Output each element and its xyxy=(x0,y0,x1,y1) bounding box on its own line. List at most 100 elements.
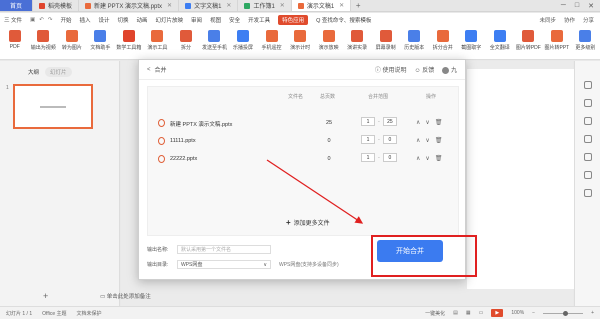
delete-icon[interactable]: 🗑 xyxy=(435,137,443,144)
animation-icon[interactable] xyxy=(583,135,592,143)
zoom-knob[interactable] xyxy=(563,310,569,316)
menu-home[interactable]: 开始 xyxy=(60,16,71,24)
add-slide-icon[interactable]: + xyxy=(43,291,48,301)
minimize-icon[interactable]: ─ xyxy=(561,2,566,9)
close-icon[interactable]: ✕ xyxy=(339,2,344,9)
close-icon[interactable]: ✕ xyxy=(226,2,231,9)
tab-slides[interactable]: 幻灯片 xyxy=(45,67,72,77)
notes-hint[interactable]: ▭ 单击此处添加备注 xyxy=(100,292,151,300)
ribbon-button[interactable]: 历史版本 xyxy=(401,30,427,51)
ribbon-button[interactable]: 图片转PPT xyxy=(544,30,570,51)
menu-design[interactable]: 设计 xyxy=(98,16,109,24)
move-up-icon[interactable]: ∧ xyxy=(416,155,420,162)
ribbon-button[interactable]: 更多级别 xyxy=(573,30,599,51)
ribbon-button[interactable]: 拆分合并 xyxy=(430,30,456,51)
sorter-view-icon[interactable]: ▦ xyxy=(466,310,471,316)
menu-developer[interactable]: 开发工具 xyxy=(248,16,270,24)
add-more-files-button[interactable]: + 添加更多文件 xyxy=(286,218,330,227)
zoom-slider[interactable] xyxy=(543,310,584,316)
back-icon[interactable]: < xyxy=(147,67,151,73)
ribbon-button[interactable]: 全文翻译 xyxy=(487,30,513,51)
reading-view-icon[interactable]: ▭ xyxy=(479,310,484,316)
tab-outline[interactable]: 大纲 xyxy=(28,68,39,76)
output-dir-select[interactable]: WPS网盘 ∨ xyxy=(177,260,271,269)
doc-protection[interactable]: 文档未保护 xyxy=(76,310,101,317)
undo-icon[interactable]: ↶ xyxy=(39,17,44,23)
delete-icon[interactable]: 🗑 xyxy=(435,119,443,126)
move-up-icon[interactable]: ∧ xyxy=(416,137,420,144)
zoom-level[interactable]: 100% xyxy=(511,310,524,316)
ribbon-button[interactable]: 演示工具 xyxy=(145,30,171,51)
normal-view-icon[interactable]: ▤ xyxy=(453,310,458,316)
maximize-icon[interactable]: □ xyxy=(575,2,579,9)
menu-transition[interactable]: 切换 xyxy=(118,16,129,24)
cloud-sync[interactable]: 未同步 xyxy=(539,16,556,24)
share-button[interactable]: 分享 xyxy=(583,16,594,24)
help-icon[interactable] xyxy=(583,189,592,197)
ribbon-button[interactable]: 演示放映 xyxy=(316,30,342,51)
range-from-input[interactable]: 1 xyxy=(361,117,375,126)
backup-icon[interactable] xyxy=(583,153,592,161)
menu-review[interactable]: 审阅 xyxy=(191,16,202,24)
menu-slideshow[interactable]: 幻灯片放映 xyxy=(156,16,184,24)
help-link[interactable]: ⓘ 使用说明 xyxy=(375,65,407,74)
play-icon[interactable]: ▶ xyxy=(491,309,504,317)
style-icon[interactable] xyxy=(583,99,592,107)
collab-button[interactable]: 协作 xyxy=(564,16,575,24)
slide-page[interactable] xyxy=(467,69,577,289)
user-menu[interactable]: 九 xyxy=(442,65,457,74)
menu-special-apps[interactable]: 特色应用 xyxy=(278,15,309,25)
delete-icon[interactable]: 🗑 xyxy=(435,155,443,162)
ribbon-button[interactable]: 输出为视频 xyxy=(31,30,57,51)
move-down-icon[interactable]: ∨ xyxy=(425,119,429,126)
menu-view[interactable]: 视图 xyxy=(210,16,221,24)
range-to-input[interactable]: 25 xyxy=(382,117,397,126)
redo-icon[interactable]: ↷ xyxy=(48,17,53,23)
range-to-input[interactable]: 0 xyxy=(382,153,397,162)
tab-doc[interactable]: 文字文稿1 ✕ xyxy=(179,0,239,11)
ribbon-button[interactable]: 演讲实录 xyxy=(344,30,370,51)
new-tab-icon[interactable]: + xyxy=(351,0,365,11)
output-name-input[interactable]: 默认采用第一个文件名 xyxy=(177,245,271,254)
ribbon-button[interactable]: 截图取字 xyxy=(459,30,485,51)
menu-insert[interactable]: 插入 xyxy=(79,16,90,24)
zoom-out-icon[interactable]: − xyxy=(532,310,535,316)
save-icon[interactable]: ▣ xyxy=(30,17,35,23)
range-to-input[interactable]: 0 xyxy=(382,135,397,144)
ribbon-button[interactable]: 拆分 xyxy=(173,30,199,51)
zoom-in-icon[interactable]: + xyxy=(591,310,594,316)
shape-icon[interactable] xyxy=(583,117,592,125)
move-down-icon[interactable]: ∨ xyxy=(425,137,429,144)
command-search[interactable]: Q 查找命令、搜索模板 xyxy=(316,16,371,24)
close-icon[interactable]: ✕ xyxy=(167,2,172,9)
file-menu[interactable]: 三 文件 xyxy=(4,16,22,24)
slide-thumbnail[interactable] xyxy=(13,84,93,129)
tab-presentation[interactable]: 演示文稿1 ✕ xyxy=(291,0,352,11)
ribbon-button[interactable]: 发送至手机 xyxy=(202,30,228,51)
ribbon-button[interactable]: 乐播投屏 xyxy=(230,30,256,51)
range-from-input[interactable]: 1 xyxy=(361,153,375,162)
move-up-icon[interactable]: ∧ xyxy=(416,119,420,126)
ribbon-button[interactable]: 屏幕录制 xyxy=(373,30,399,51)
property-icon[interactable] xyxy=(583,81,592,89)
close-icon[interactable]: ✕ xyxy=(280,2,285,9)
ribbon-button[interactable]: PDF xyxy=(2,30,28,50)
tab-pptx-file[interactable]: 新建 PPTX 演示文稿.pptx ✕ xyxy=(79,0,180,11)
tab-docer[interactable]: 稻壳模板 xyxy=(33,0,80,11)
feedback-link[interactable]: ☺ 反馈 xyxy=(415,65,435,74)
ribbon-button[interactable]: 手机遥控 xyxy=(259,30,285,51)
beautify-button[interactable]: 一键美化 xyxy=(425,310,445,317)
ribbon-button[interactable]: 转为图片 xyxy=(59,30,85,51)
ribbon-button[interactable]: 演示计时 xyxy=(287,30,313,51)
ribbon-button[interactable]: 图片转PDF xyxy=(516,30,542,51)
tab-sheet[interactable]: 工作簿1 ✕ xyxy=(238,0,292,11)
ribbon-button[interactable]: 数学工具箱 xyxy=(116,30,142,51)
range-from-input[interactable]: 1 xyxy=(361,135,375,144)
ribbon-button[interactable]: 文档助手 xyxy=(88,30,114,51)
share-icon[interactable] xyxy=(583,171,592,179)
move-down-icon[interactable]: ∨ xyxy=(425,155,429,162)
tab-home[interactable]: 首页 xyxy=(0,0,33,11)
close-window-icon[interactable]: ✕ xyxy=(588,2,594,10)
menu-animation[interactable]: 动画 xyxy=(137,16,148,24)
menu-security[interactable]: 安全 xyxy=(229,16,240,24)
